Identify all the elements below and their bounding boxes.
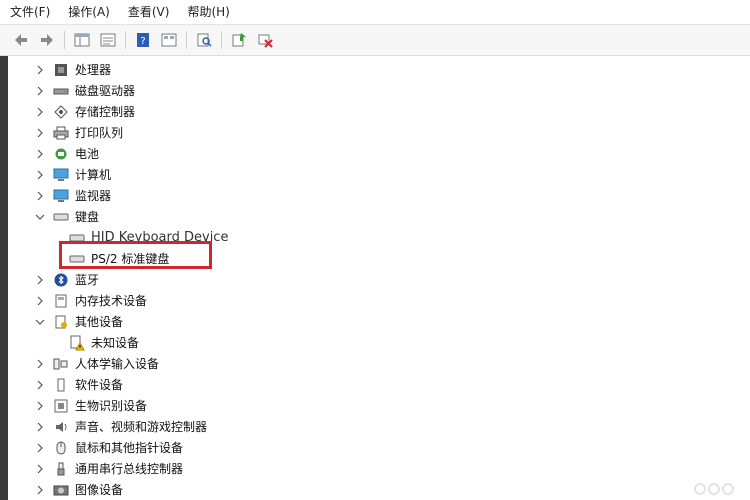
biometric-icon <box>53 398 69 414</box>
chevron-right-icon[interactable] <box>33 294 47 308</box>
uninstall-device-icon[interactable] <box>256 31 274 49</box>
tree-item-processor[interactable]: 处理器 <box>33 59 111 80</box>
forward-icon[interactable] <box>38 31 56 49</box>
tree-item-label: 存储控制器 <box>75 105 136 119</box>
tree-item-label: 磁盘驱动器 <box>75 84 136 98</box>
menu-action[interactable]: 操作(A) <box>59 0 119 24</box>
tree-item-label: 监视器 <box>75 189 112 203</box>
unknown-device-warning-icon <box>69 335 85 351</box>
tree-item-label: 内存技术设备 <box>75 294 148 308</box>
tree-item-label: 打印队列 <box>75 126 124 140</box>
tree-item-label: 处理器 <box>75 63 112 77</box>
printer-icon <box>53 125 69 141</box>
tree-item-label: 计算机 <box>75 168 112 182</box>
tree-item-memory-technology-devices[interactable]: 内存技术设备 <box>33 290 147 311</box>
tree-item-biometric-devices[interactable]: 生物识别设备 <box>33 395 147 416</box>
sound-icon <box>53 419 69 435</box>
tree-item-print-queues[interactable]: 打印队列 <box>33 122 123 143</box>
tree-item-human-interface-devices[interactable]: 人体学输入设备 <box>33 353 159 374</box>
tree-item-batteries[interactable]: 电池 <box>33 143 99 164</box>
toolbar-separator <box>125 31 126 49</box>
tree-item-label: 声音、视频和游戏控制器 <box>75 420 208 434</box>
tree-item-storage-controllers[interactable]: 存储控制器 <box>33 101 135 122</box>
chevron-right-icon[interactable] <box>33 168 47 182</box>
chevron-right-icon[interactable] <box>33 378 47 392</box>
tree-item-usb-controllers[interactable]: 通用串行总线控制器 <box>33 458 183 479</box>
tree-item-sound-video-game-controllers[interactable]: 声音、视频和游戏控制器 <box>33 416 207 437</box>
tree-item-label: 蓝牙 <box>75 273 100 287</box>
tree-item-disk-drives[interactable]: 磁盘驱动器 <box>33 80 135 101</box>
tree-item-label: 键盘 <box>75 210 100 224</box>
chevron-right-icon[interactable] <box>33 105 47 119</box>
update-driver-icon[interactable] <box>230 31 248 49</box>
tree-item-monitors[interactable]: 监视器 <box>33 185 111 206</box>
tree-item-bluetooth[interactable]: 蓝牙 <box>33 269 99 290</box>
tree-item-label: 电池 <box>75 147 100 161</box>
chevron-right-icon[interactable] <box>33 399 47 413</box>
tree-item-label: 图像设备 <box>75 483 124 497</box>
highlight-box <box>59 241 212 269</box>
properties-icon[interactable] <box>99 31 117 49</box>
back-icon[interactable] <box>12 31 30 49</box>
other-devices-icon <box>53 314 69 330</box>
tree-item-keyboards[interactable]: 键盘 <box>33 206 99 227</box>
imaging-device-icon <box>53 482 69 498</box>
menu-view[interactable]: 查看(V) <box>119 0 179 24</box>
chevron-right-icon[interactable] <box>33 147 47 161</box>
mouse-icon <box>53 440 69 456</box>
tree-item-unknown-device[interactable]: 未知设备 <box>69 332 139 353</box>
chevron-right-icon[interactable] <box>33 420 47 434</box>
computer-icon <box>53 167 69 183</box>
tree-item-label: 通用串行总线控制器 <box>75 462 184 476</box>
processor-icon <box>53 62 69 78</box>
tree-item-software-devices[interactable]: 软件设备 <box>33 374 123 395</box>
disk-drive-icon <box>53 83 69 99</box>
chevron-right-icon[interactable] <box>33 126 47 140</box>
chevron-right-icon[interactable] <box>33 441 47 455</box>
tree-item-label: 软件设备 <box>75 378 124 392</box>
chevron-right-icon[interactable] <box>33 63 47 77</box>
chevron-down-icon[interactable] <box>33 315 47 329</box>
monitor-icon <box>53 188 69 204</box>
battery-icon <box>53 146 69 162</box>
chevron-right-icon[interactable] <box>33 273 47 287</box>
toolbar-separator <box>186 31 187 49</box>
software-device-icon <box>53 377 69 393</box>
tree-item-imaging-devices[interactable]: 图像设备 <box>33 479 123 500</box>
menu-bar: 文件(F) 操作(A) 查看(V) 帮助(H) <box>0 0 750 24</box>
tree-item-label: 生物识别设备 <box>75 399 148 413</box>
toolbar-separator <box>64 31 65 49</box>
tree-item-computer[interactable]: 计算机 <box>33 164 111 185</box>
device-tree: 处理器 磁盘驱动器 存储控制器 打印队列 电池 计算机 监视器 键盘 HID K… <box>8 56 750 500</box>
chevron-right-icon[interactable] <box>33 84 47 98</box>
chevron-right-icon[interactable] <box>33 462 47 476</box>
tree-item-mice-pointing-devices[interactable]: 鼠标和其他指针设备 <box>33 437 183 458</box>
scan-hardware-icon[interactable] <box>195 31 213 49</box>
hid-icon <box>53 356 69 372</box>
tree-item-other-devices[interactable]: 其他设备 <box>33 311 123 332</box>
svg-text:?: ? <box>140 36 145 47</box>
view-icon[interactable] <box>160 31 178 49</box>
tree-item-label: 鼠标和其他指针设备 <box>75 441 184 455</box>
toolbar-separator <box>221 31 222 49</box>
help-icon[interactable]: ? <box>134 31 152 49</box>
toolbar: ? <box>0 24 750 56</box>
chevron-right-icon[interactable] <box>33 483 47 497</box>
keyboard-icon <box>53 209 69 225</box>
chevron-right-icon[interactable] <box>33 357 47 371</box>
tree-item-label: 人体学输入设备 <box>75 357 160 371</box>
tree-item-label: 其他设备 <box>75 315 124 329</box>
memory-device-icon <box>53 293 69 309</box>
storage-controller-icon <box>53 104 69 120</box>
usb-icon <box>53 461 69 477</box>
console-tree-icon[interactable] <box>73 31 91 49</box>
watermark-icon <box>694 483 734 495</box>
menu-file[interactable]: 文件(F) <box>0 0 59 24</box>
chevron-down-icon[interactable] <box>33 210 47 224</box>
window-edge <box>0 56 8 500</box>
tree-item-label: 未知设备 <box>91 336 140 350</box>
bluetooth-icon <box>53 272 69 288</box>
menu-help[interactable]: 帮助(H) <box>178 0 238 24</box>
chevron-right-icon[interactable] <box>33 189 47 203</box>
